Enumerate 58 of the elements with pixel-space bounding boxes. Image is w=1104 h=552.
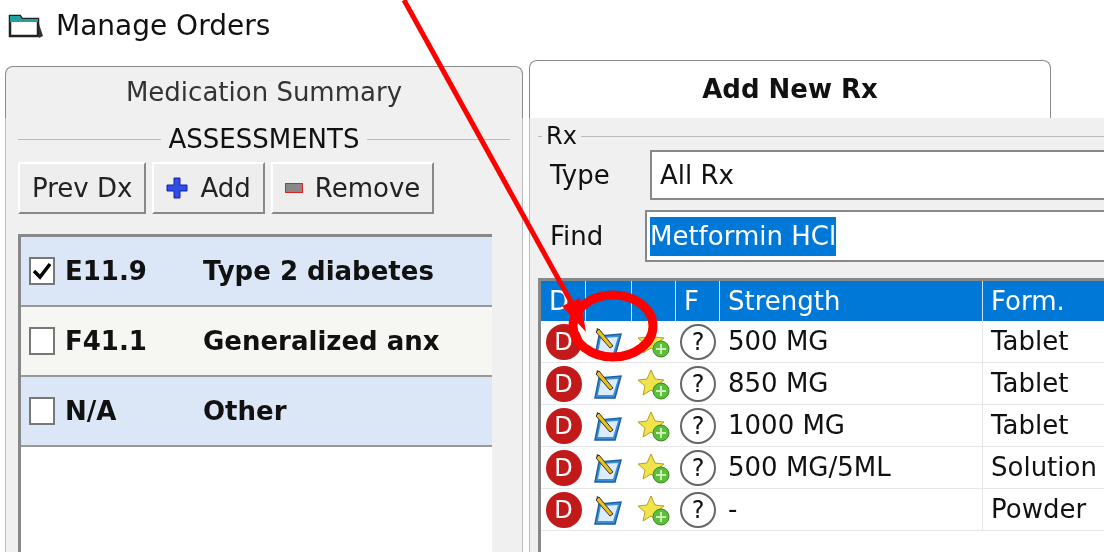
help-button[interactable]: ?: [680, 365, 716, 402]
column-header[interactable]: Strength: [720, 281, 983, 321]
checkbox[interactable]: [29, 327, 55, 355]
diagnosis-description: Generalized anx: [203, 324, 440, 358]
checkmark-icon: [32, 262, 52, 280]
star-add-icon[interactable]: [637, 367, 671, 400]
pencil-notepad-icon[interactable]: [593, 367, 625, 400]
toolbar-button[interactable]: Remove: [270, 162, 435, 214]
help-button[interactable]: ?: [680, 407, 716, 444]
diagnosis-code: E11.9: [65, 254, 148, 288]
strength-cell-text: 500 MG: [728, 325, 829, 358]
group-title: Rx: [546, 124, 577, 148]
strength-cell-text: 1000 MG: [728, 409, 845, 442]
diagnosis-code: N/A: [65, 394, 118, 428]
tab[interactable]: Add New Rx: [529, 60, 1051, 118]
star-add-icon[interactable]: [637, 451, 671, 484]
checkbox[interactable]: [29, 257, 55, 285]
window-title: Manage Orders: [56, 8, 271, 44]
minus-icon: [284, 183, 303, 193]
help-button[interactable]: ?: [680, 491, 716, 528]
plus-icon: [166, 177, 189, 199]
tab[interactable]: Medication Summary: [5, 66, 523, 118]
status-badge: D: [545, 449, 582, 486]
column-header[interactable]: Form.: [983, 281, 1104, 321]
strength-cell-text: 850 MG: [728, 367, 829, 400]
pencil-notepad-icon[interactable]: [593, 493, 625, 526]
group-title: ASSESSMENTS: [168, 126, 360, 152]
star-add-icon[interactable]: [637, 409, 671, 442]
assessment-row[interactable]: N/A Other: [21, 377, 492, 447]
form-cell-text: Tablet: [991, 367, 1069, 400]
form-cell-text: Solution: [991, 451, 1097, 484]
pencil-notepad-icon[interactable]: [593, 451, 625, 484]
strength-cell-text: 500 MG/5ML: [728, 451, 891, 484]
form-cell-text: Powder: [991, 493, 1087, 526]
star-add-icon[interactable]: [637, 493, 671, 526]
field-label: Type: [550, 158, 611, 192]
form-cell-text: Tablet: [991, 325, 1069, 358]
checkbox[interactable]: [29, 397, 55, 425]
form-cell-text: Tablet: [991, 409, 1069, 442]
pencil-notepad-icon[interactable]: [593, 409, 625, 442]
status-badge: D: [545, 407, 582, 444]
type-dropdown[interactable]: All Rx: [650, 150, 1104, 200]
field-label: Find: [550, 219, 605, 253]
assessment-row[interactable]: E11.9 Type 2 diabetes: [21, 237, 492, 307]
window-icon: [8, 12, 44, 40]
diagnosis-description: Other: [203, 394, 287, 428]
status-badge: D: [545, 491, 582, 528]
strength-cell-text: -: [728, 493, 738, 526]
toolbar-button[interactable]: Prev Dx: [18, 162, 147, 214]
diagnosis-code: F41.1: [65, 324, 148, 358]
diagnosis-description: Type 2 diabetes: [203, 254, 434, 288]
column-header[interactable]: F: [676, 281, 720, 321]
help-button[interactable]: ?: [680, 323, 716, 360]
help-button[interactable]: ?: [680, 449, 716, 486]
status-badge: D: [545, 365, 582, 402]
assessment-row[interactable]: F41.1 Generalized anx: [21, 307, 492, 377]
find-field[interactable]: Metformin HCl: [645, 210, 1104, 262]
toolbar-button[interactable]: Add: [152, 162, 265, 214]
